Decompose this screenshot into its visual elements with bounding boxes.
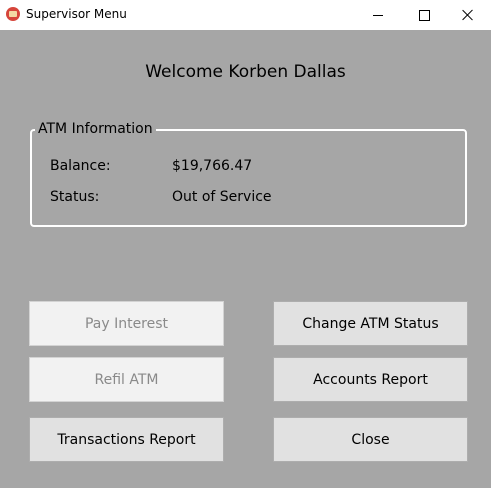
refil-atm-button[interactable]: Refil ATM bbox=[29, 357, 224, 402]
close-button[interactable]: Close bbox=[273, 417, 468, 462]
welcome-message: Welcome Korben Dallas bbox=[145, 62, 346, 82]
supervisor-menu-window: Supervisor Menu Welcome Korben Dallas AT… bbox=[0, 0, 491, 488]
transactions-report-button[interactable]: Transactions Report bbox=[29, 417, 224, 462]
minimize-icon bbox=[373, 14, 383, 16]
balance-label: Balance: bbox=[50, 158, 111, 174]
maximize-button[interactable] bbox=[401, 0, 447, 30]
atm-information-group bbox=[30, 129, 467, 227]
pay-interest-button[interactable]: Pay Interest bbox=[29, 301, 224, 346]
atm-information-legend: ATM Information bbox=[35, 121, 156, 137]
close-icon bbox=[462, 9, 474, 21]
window-title: Supervisor Menu bbox=[26, 7, 127, 21]
change-atm-status-button[interactable]: Change ATM Status bbox=[273, 301, 468, 346]
status-value: Out of Service bbox=[172, 189, 272, 205]
accounts-report-button[interactable]: Accounts Report bbox=[273, 357, 468, 402]
close-window-button[interactable] bbox=[445, 0, 491, 30]
title-bar[interactable]: Supervisor Menu bbox=[0, 0, 491, 30]
status-label: Status: bbox=[50, 189, 100, 205]
atm-app-icon bbox=[6, 7, 20, 21]
minimize-button[interactable] bbox=[355, 0, 401, 30]
maximize-icon bbox=[418, 9, 430, 21]
balance-value: $19,766.47 bbox=[172, 158, 253, 174]
